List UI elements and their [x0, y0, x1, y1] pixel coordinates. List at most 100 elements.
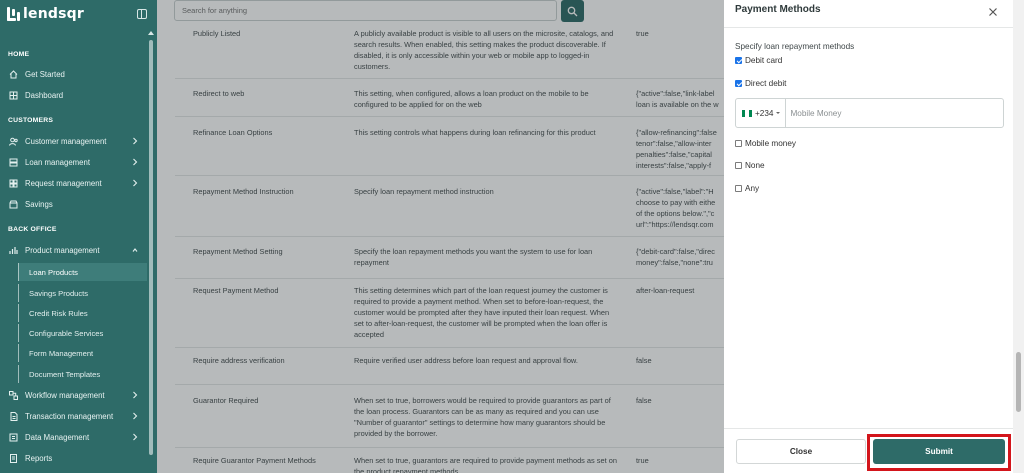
table-row[interactable]: Repayment Method Instruction Specify loa…	[175, 176, 724, 237]
sidebar-item-request-management[interactable]: Request management	[0, 174, 147, 192]
table-row[interactable]: Redirect to web This setting, when confi…	[175, 79, 724, 117]
table-row[interactable]: Repayment Method Setting Specify the loa…	[175, 237, 724, 279]
chevron-right-icon	[133, 412, 138, 420]
reports-icon	[9, 453, 18, 463]
sidebar-item-transaction-management[interactable]: Transaction management	[0, 407, 147, 425]
submit-button[interactable]: Submit	[873, 439, 1005, 464]
checkbox-any[interactable]	[735, 185, 742, 192]
option-debit-card[interactable]: Debit card	[735, 56, 782, 65]
sidebar: lendsqr HOME Get Started Dashboard CUSTO…	[0, 0, 157, 473]
chevron-right-icon	[133, 179, 138, 187]
sidebar-item-dashboard[interactable]: Dashboard	[0, 86, 147, 104]
setting-value: {"active":false,"label":"H choose to pay…	[636, 187, 716, 229]
option-label: Direct debit	[745, 79, 787, 88]
table-row[interactable]: Publicly Listed A publicly available pro…	[175, 22, 724, 79]
sidebar-item-product-management[interactable]: Product management	[0, 241, 147, 259]
setting-description: Specify loan repayment method instructio…	[354, 187, 494, 196]
sidebar-collapse-icon[interactable]	[137, 9, 147, 19]
table-row[interactable]: Require Guarantor Payment Methods When s…	[175, 448, 724, 473]
setting-name: Publicly Listed	[193, 29, 241, 38]
sidebar-item-get-started[interactable]: Get Started	[0, 65, 147, 83]
product-icon	[9, 246, 18, 255]
sidebar-item-label: Transaction management	[25, 411, 114, 421]
table-row[interactable]: Request Payment Method This setting dete…	[175, 279, 724, 348]
checkbox-none[interactable]	[735, 162, 742, 169]
setting-description: This setting controls what happens durin…	[354, 128, 596, 137]
settings-table: Publicly Listed A publicly available pro…	[175, 22, 724, 473]
sidebar-item-data-management[interactable]: Data Management	[0, 428, 147, 446]
option-mobile-money[interactable]: Mobile money	[735, 139, 796, 148]
setting-description: Require verified user address before loa…	[354, 356, 578, 365]
sidebar-scrollbar[interactable]	[149, 40, 153, 455]
setting-value: true	[636, 29, 649, 38]
search-button[interactable]	[561, 0, 584, 22]
loan-icon	[9, 158, 18, 167]
option-label: None	[745, 161, 765, 170]
sidebar-item-label: Request management	[25, 178, 102, 188]
savings-icon	[9, 200, 18, 209]
sidebar-subitem-loan-products[interactable]: Loan Products	[18, 263, 147, 281]
drawer-subtitle: Specify loan repayment methods	[735, 42, 855, 51]
search-icon	[567, 6, 578, 16]
logo-text: lendsqr	[23, 6, 84, 22]
sidebar-item-label: Loan management	[25, 157, 91, 167]
option-any[interactable]: Any	[735, 184, 759, 193]
checkbox-debit-card[interactable]	[735, 57, 742, 64]
checkbox-direct-debit[interactable]	[735, 80, 742, 87]
setting-description: When set to true, borrowers would be req…	[354, 396, 611, 438]
divider	[724, 428, 1013, 429]
sidebar-item-savings[interactable]: Savings	[0, 195, 147, 213]
setting-value: false	[636, 396, 652, 405]
sidebar-item-label: Get Started	[25, 69, 65, 79]
country-code: +234	[755, 108, 774, 118]
workflow-icon	[9, 390, 18, 400]
sidebar-item-label: Product management	[25, 245, 100, 255]
sidebar-item-label: Workflow management	[25, 390, 105, 400]
setting-description: A publicly available product is visible …	[354, 29, 614, 71]
option-direct-debit[interactable]: Direct debit	[735, 79, 786, 88]
setting-value: false	[636, 356, 652, 365]
sidebar-item-customer-management[interactable]: Customer management	[0, 132, 147, 150]
lendsqr-logo-icon	[7, 7, 21, 21]
section-heading-customers: CUSTOMERS	[8, 117, 54, 124]
table-row[interactable]: Refinance Loan Options This setting cont…	[175, 117, 724, 176]
transaction-icon	[9, 411, 18, 421]
scrollbar-thumb[interactable]	[1016, 352, 1021, 412]
logo[interactable]: lendsqr	[7, 6, 84, 22]
sidebar-subitem-savings-products[interactable]: Savings Products	[18, 284, 147, 302]
sidebar-subitem-configurable-services[interactable]: Configurable Services	[18, 324, 147, 342]
page-scrollbar[interactable]	[1013, 0, 1024, 473]
sidebar-item-workflow-management[interactable]: Workflow management	[0, 386, 147, 404]
option-label: Mobile money	[745, 139, 796, 148]
sidebar-subitem-credit-risk-rules[interactable]: Credit Risk Rules	[18, 304, 147, 322]
nigeria-flag-icon	[742, 109, 752, 117]
option-label: Debit card	[745, 56, 783, 65]
sidebar-item-label: Customer management	[25, 136, 107, 146]
sidebar-item-reports[interactable]: Reports	[0, 449, 147, 467]
search-input[interactable]	[174, 0, 557, 21]
setting-value: {"allow-refinancing":false tenor":false,…	[636, 128, 717, 170]
sidebar-item-label: Data Management	[25, 432, 90, 442]
table-row[interactable]: Guarantor Required When set to true, bor…	[175, 385, 724, 448]
close-button[interactable]: Close	[736, 439, 866, 464]
setting-name: Refinance Loan Options	[193, 128, 273, 137]
table-row[interactable]: Require address verification Require ver…	[175, 348, 724, 385]
setting-name: Require address verification	[193, 356, 285, 365]
scroll-up-icon[interactable]	[148, 31, 154, 35]
setting-description: This setting determines which part of th…	[354, 286, 610, 339]
setting-value: {"debit-card":false,"direc money":false,…	[636, 247, 715, 267]
close-icon[interactable]	[988, 7, 998, 17]
sidebar-subitem-document-templates[interactable]: Document Templates	[18, 365, 147, 383]
setting-name: Request Payment Method	[193, 286, 279, 295]
sidebar-item-loan-management[interactable]: Loan management	[0, 153, 147, 171]
chevron-down-icon	[776, 112, 781, 114]
mobile-money-input[interactable]	[786, 99, 1003, 127]
option-none[interactable]: None	[735, 161, 765, 170]
chevron-up-icon	[132, 248, 138, 252]
sidebar-subitem-form-management[interactable]: Form Management	[18, 344, 147, 362]
data-icon	[9, 433, 18, 442]
users-icon	[9, 137, 18, 146]
country-code-select[interactable]: +234	[736, 99, 787, 127]
checkbox-mobile-money[interactable]	[735, 140, 742, 147]
sidebar-item-label: Dashboard	[25, 90, 64, 100]
